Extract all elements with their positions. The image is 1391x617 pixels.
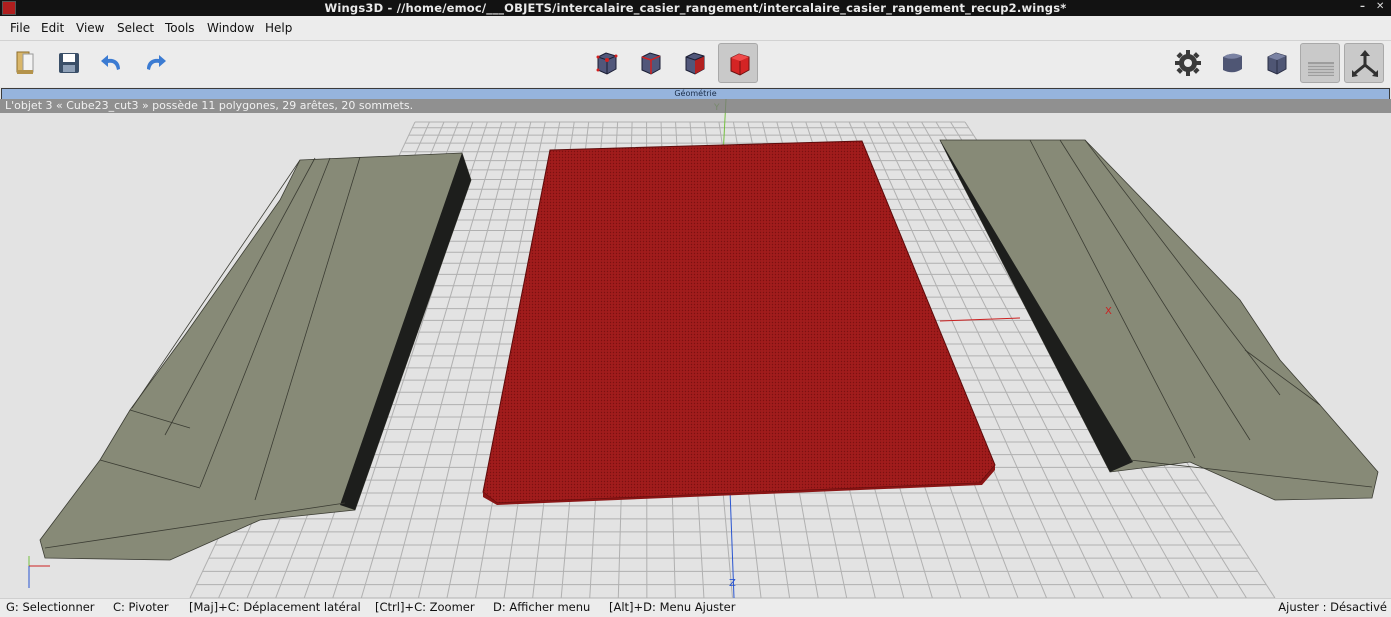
z-axis-label: Z xyxy=(729,578,736,589)
hint-select: G: Selectionner xyxy=(6,600,95,614)
undo-button[interactable] xyxy=(92,43,132,83)
title-bar: Wings3D - //home/emoc/___OBJETS/intercal… xyxy=(0,0,1391,16)
window-title: Wings3D - //home/emoc/___OBJETS/intercal… xyxy=(0,1,1391,15)
open-icon xyxy=(10,47,42,79)
redo-button[interactable] xyxy=(135,43,175,83)
x-axis-label: X xyxy=(1105,306,1112,317)
3d-scene[interactable]: X Y Z xyxy=(0,99,1391,598)
redo-icon xyxy=(139,47,171,79)
vertex-cube-icon xyxy=(590,47,622,79)
geometry-viewport[interactable]: X Y Z xyxy=(0,99,1391,598)
hint-pan: [Maj]+C: Déplacement latéral xyxy=(189,600,361,614)
undo-icon xyxy=(96,47,128,79)
face-cube-icon xyxy=(678,47,710,79)
menu-help[interactable]: Help xyxy=(265,21,292,35)
smooth-cube-icon xyxy=(1216,47,1248,79)
menu-bar: File Edit View Select Tools Window Help xyxy=(0,16,1391,41)
menu-tools[interactable]: Tools xyxy=(165,21,195,35)
wireframe-button[interactable] xyxy=(1256,43,1296,83)
hint-rotate: C: Pivoter xyxy=(113,600,169,614)
save-button[interactable] xyxy=(49,43,89,83)
menu-window[interactable]: Window xyxy=(207,21,254,35)
smooth-preview-button[interactable] xyxy=(1212,43,1252,83)
status-bar: G: Selectionner C: Pivoter [Maj]+C: Dépl… xyxy=(0,598,1391,617)
hint-zoom: [Ctrl]+C: Zoomer xyxy=(375,600,475,614)
adjust-status: Ajuster : Désactivé xyxy=(1278,600,1387,614)
ground-grid-icon xyxy=(1305,48,1337,80)
axes-button[interactable] xyxy=(1344,43,1384,83)
menu-view[interactable]: View xyxy=(76,21,104,35)
save-icon xyxy=(53,47,85,79)
ground-grid-button[interactable] xyxy=(1300,43,1340,83)
hint-adjust-menu: [Alt]+D: Menu Ajuster xyxy=(609,600,735,614)
wire-cube-icon xyxy=(1260,47,1292,79)
face-mode-button[interactable] xyxy=(674,43,714,83)
body-mode-button[interactable] xyxy=(718,43,758,83)
close-button[interactable]: ✕ xyxy=(1376,1,1384,12)
body-cube-icon xyxy=(723,48,755,80)
menu-select[interactable]: Select xyxy=(117,21,154,35)
vertex-mode-button[interactable] xyxy=(586,43,626,83)
minimize-button[interactable]: – xyxy=(1360,1,1365,12)
object-info-message: L'objet 3 « Cube23_cut3 » possède 11 pol… xyxy=(0,99,1391,113)
menu-edit[interactable]: Edit xyxy=(41,21,64,35)
info-message-text: L'objet 3 « Cube23_cut3 » possède 11 pol… xyxy=(0,99,413,112)
preferences-button[interactable] xyxy=(1168,43,1208,83)
menu-file[interactable]: File xyxy=(10,21,30,35)
edge-mode-button[interactable] xyxy=(630,43,670,83)
gear-icon xyxy=(1172,47,1204,79)
hint-show-menu: D: Afficher menu xyxy=(493,600,590,614)
axes-icon xyxy=(1349,48,1381,80)
open-button[interactable] xyxy=(6,43,46,83)
edge-cube-icon xyxy=(634,47,666,79)
toolbar xyxy=(0,41,1391,87)
